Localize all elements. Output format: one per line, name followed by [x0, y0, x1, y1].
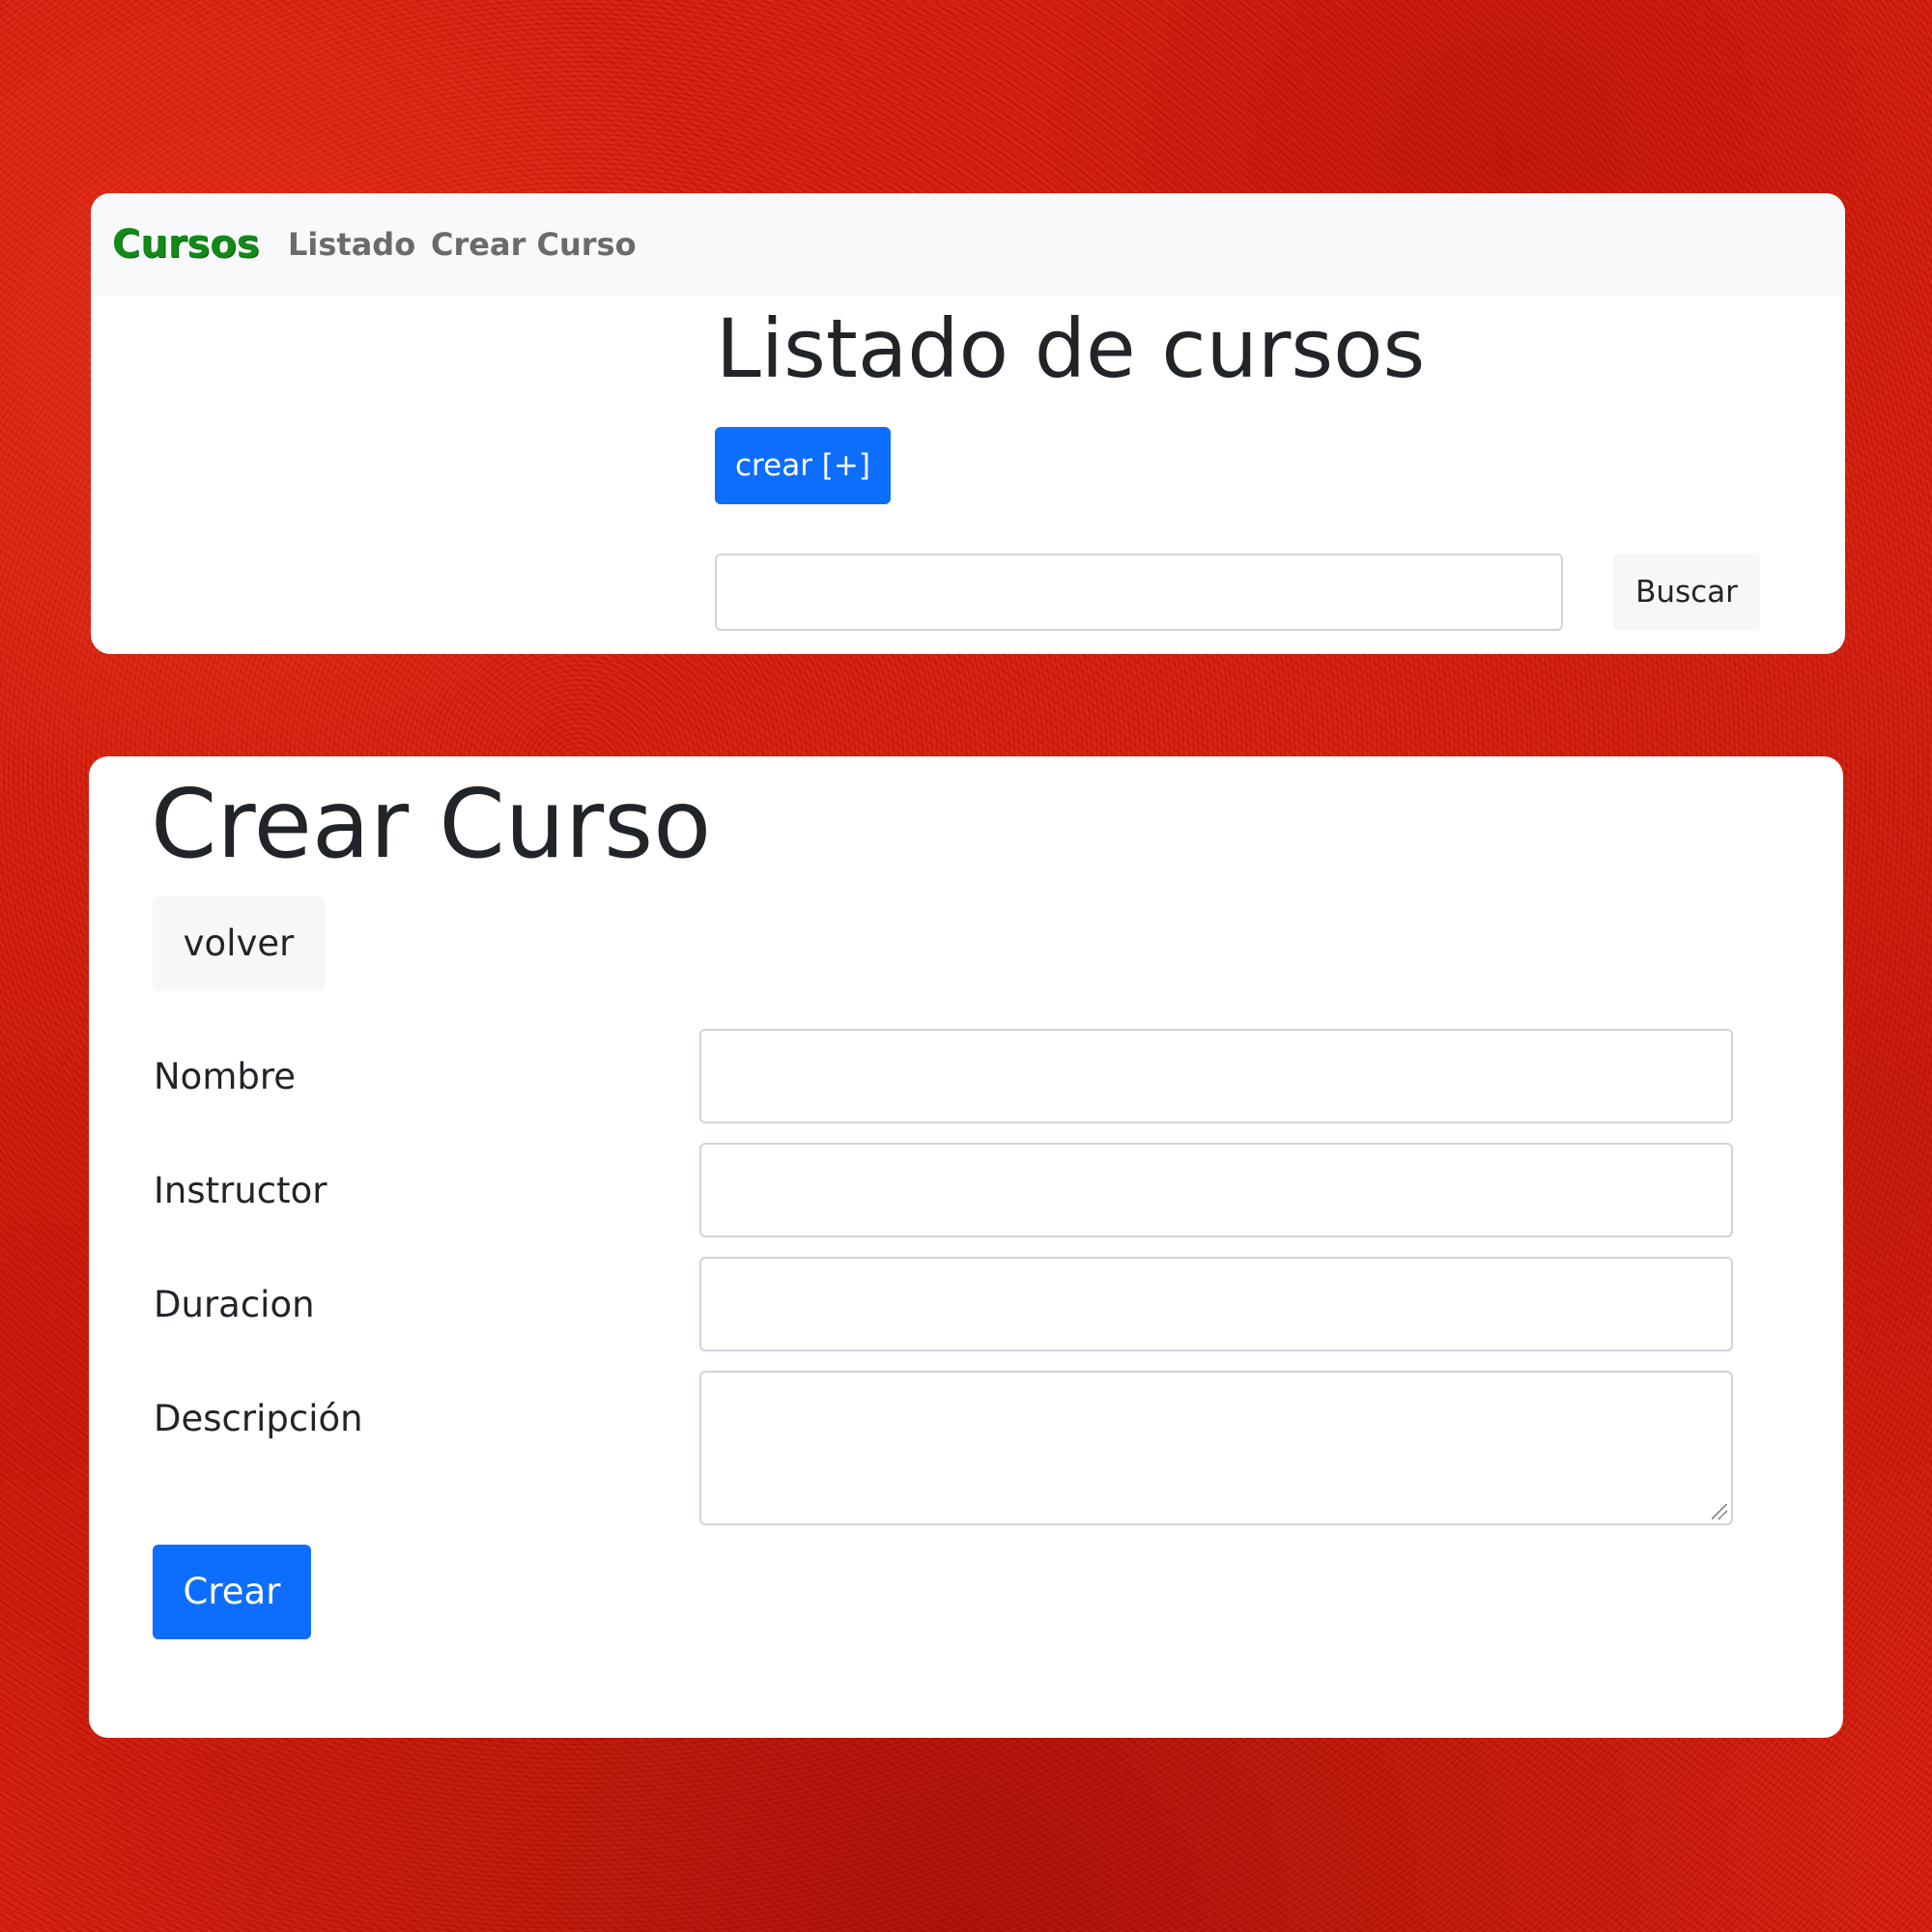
- nombre-label: Nombre: [154, 1056, 297, 1097]
- duracion-label: Duracion: [154, 1284, 315, 1325]
- create-course-button[interactable]: crear [+]: [715, 427, 891, 504]
- descripcion-textarea[interactable]: [699, 1371, 1733, 1525]
- descripcion-label: Descripción: [154, 1398, 363, 1439]
- resize-grip-icon[interactable]: [1712, 1504, 1727, 1520]
- submit-create-button[interactable]: Crear: [153, 1545, 311, 1639]
- search-input[interactable]: [715, 554, 1563, 631]
- back-button[interactable]: volver: [153, 896, 325, 991]
- nav-link-crear-curso[interactable]: Crear Curso: [431, 193, 637, 296]
- search-button[interactable]: Buscar: [1613, 554, 1760, 631]
- form-title: Crear Curso: [151, 770, 712, 880]
- nombre-input[interactable]: [699, 1029, 1733, 1123]
- instructor-input[interactable]: [699, 1143, 1733, 1237]
- page-title: Listado de cursos: [716, 301, 1426, 396]
- duracion-input[interactable]: [699, 1257, 1733, 1351]
- listing-card: Cursos Listado Crear Curso Listado de cu…: [91, 193, 1845, 654]
- navbar-brand[interactable]: Cursos: [112, 193, 260, 296]
- create-course-card: Crear Curso volver Nombre Instructor Dur…: [89, 756, 1843, 1738]
- nav-link-listado[interactable]: Listado: [288, 193, 415, 296]
- navbar: Cursos Listado Crear Curso: [91, 193, 1845, 296]
- instructor-label: Instructor: [154, 1170, 327, 1211]
